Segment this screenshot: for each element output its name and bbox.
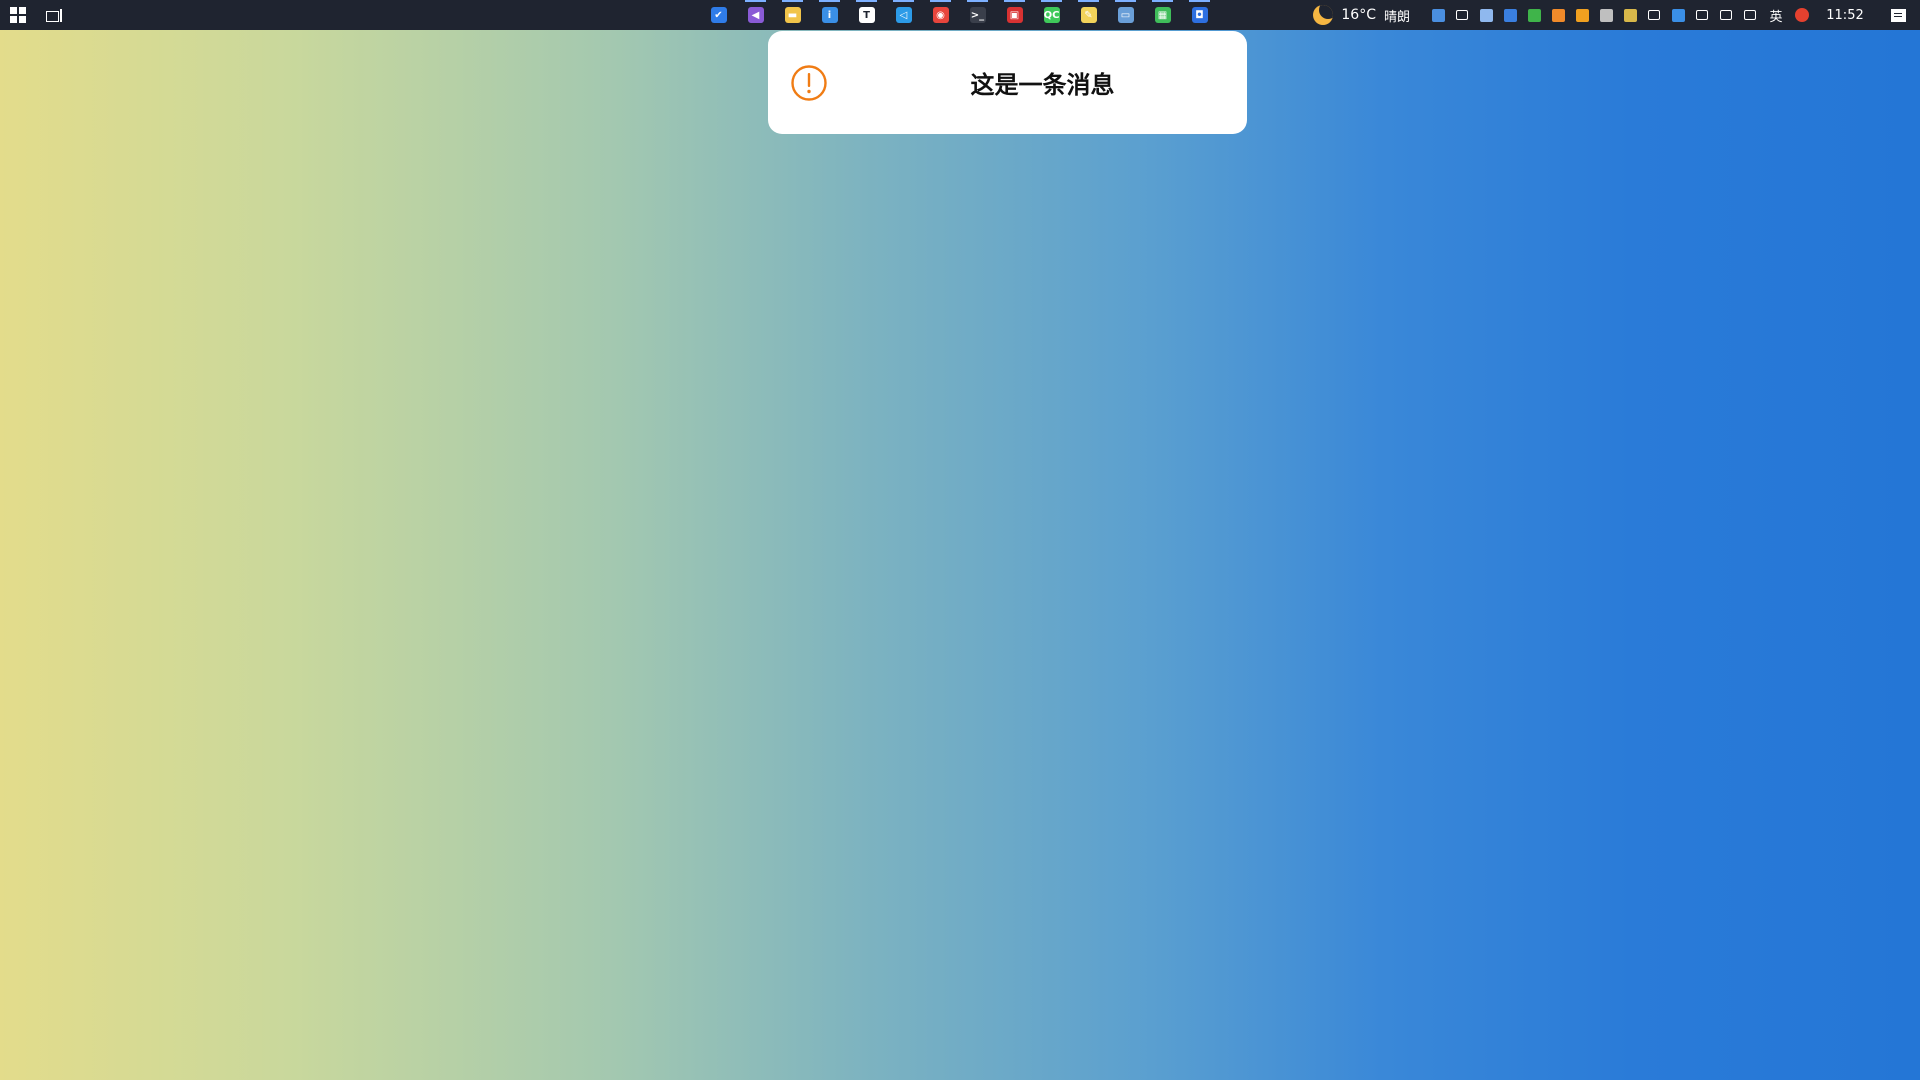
weather-widget[interactable]: 16°C 晴朗 <box>1313 5 1410 25</box>
message-toast: 这是一条消息 <box>768 31 1247 134</box>
taskbar-app-12[interactable]: ▦ <box>1144 0 1181 30</box>
tray-yellow-icon <box>1623 8 1637 22</box>
notification-center-icon <box>1890 8 1906 22</box>
notepad-icon: ✎ <box>1080 7 1097 23</box>
tray-shield-icon <box>1503 8 1517 22</box>
vscode-icon: ◁ <box>895 7 912 23</box>
tray-item-2[interactable] <box>1474 0 1498 30</box>
tray-item-6[interactable] <box>1570 0 1594 30</box>
onedrive-icon <box>1671 8 1685 22</box>
tray-item-3[interactable] <box>1498 0 1522 30</box>
terminal-icon: >_ <box>969 7 986 23</box>
tray-green-icon <box>1527 8 1541 22</box>
tray-item-11[interactable] <box>1690 0 1714 30</box>
start-button[interactable] <box>0 0 36 30</box>
tray-item-8[interactable] <box>1618 0 1642 30</box>
taskbar-app-6[interactable]: ◉ <box>922 0 959 30</box>
tray-grid-icon <box>1720 10 1732 20</box>
tray-app-icon <box>1431 8 1445 22</box>
tray-item-13[interactable] <box>1738 0 1762 30</box>
red-app-icon: ▣ <box>1006 7 1023 23</box>
visual-studio-icon: ◀ <box>747 7 764 23</box>
system-tray <box>1426 0 1762 30</box>
taskbar-app-11[interactable]: ▭ <box>1107 0 1144 30</box>
network-icon <box>1648 10 1660 20</box>
tray-search-icon <box>1575 8 1589 22</box>
taskbar: ✔ ◀ ▬ i T ◁ ◉ >_ ▣ QC ✎ ▭ ▦ ◘ 16°C 晴朗 英 11:52 <box>0 0 1920 30</box>
volume-icon <box>1696 10 1708 20</box>
remote-desktop-icon: ▭ <box>1117 7 1134 23</box>
tray-orange-icon <box>1551 8 1565 22</box>
tray-arrow-icon <box>1456 10 1468 20</box>
taskbar-app-9[interactable]: QC <box>1033 0 1070 30</box>
taskbar-left <box>0 0 72 30</box>
taskbar-app-2[interactable]: ▬ <box>774 0 811 30</box>
moon-icon <box>1313 5 1334 25</box>
taskbar-clock[interactable]: 11:52 <box>1814 8 1876 23</box>
chrome-icon: ◉ <box>932 7 949 23</box>
task-view-button[interactable] <box>36 0 72 30</box>
taskbar-app-8[interactable]: ▣ <box>996 0 1033 30</box>
file-explorer-icon: ▬ <box>784 7 801 23</box>
qt-creator-icon: QC <box>1043 7 1060 23</box>
tray-item-7[interactable] <box>1594 0 1618 30</box>
task-view-icon <box>46 8 62 22</box>
notification-center-button[interactable] <box>1876 0 1920 30</box>
taskbar-app-13[interactable]: ◘ <box>1181 0 1218 30</box>
taskbar-app-3[interactable]: i <box>811 0 848 30</box>
taskbar-pinned-apps: ✔ ◀ ▬ i T ◁ ◉ >_ ▣ QC ✎ ▭ ▦ ◘ <box>700 0 1218 30</box>
sogou-icon <box>1795 8 1809 22</box>
tray-item-9[interactable] <box>1642 0 1666 30</box>
tray-item-12[interactable] <box>1714 0 1738 30</box>
tray-item-10[interactable] <box>1666 0 1690 30</box>
taskbar-app-5[interactable]: ◁ <box>885 0 922 30</box>
tray-item-5[interactable] <box>1546 0 1570 30</box>
weather-temperature: 16°C <box>1341 7 1376 23</box>
taskbar-app-1[interactable]: ◀ <box>737 0 774 30</box>
taskbar-app-4[interactable]: T <box>848 0 885 30</box>
tray-item-4[interactable] <box>1522 0 1546 30</box>
todo-check-icon: ✔ <box>710 7 727 23</box>
typora-icon: T <box>858 7 875 23</box>
info-app-icon: i <box>821 7 838 23</box>
tray-item-0[interactable] <box>1426 0 1450 30</box>
spreadsheet-icon: ▦ <box>1154 7 1171 23</box>
blue-app-icon: ◘ <box>1191 7 1208 23</box>
tray-settings-icon <box>1599 8 1613 22</box>
keyboard-icon <box>1744 10 1756 20</box>
sogou-tray-button[interactable] <box>1790 0 1814 30</box>
taskbar-app-10[interactable]: ✎ <box>1070 0 1107 30</box>
taskbar-tray-area: 16°C 晴朗 英 11:52 <box>1313 0 1920 30</box>
windows-logo-icon <box>10 7 26 23</box>
input-method-indicator[interactable]: 英 <box>1762 6 1790 25</box>
taskbar-app-7[interactable]: >_ <box>959 0 996 30</box>
toast-message: 这是一条消息 <box>970 70 1115 99</box>
taskbar-app-0[interactable]: ✔ <box>700 0 737 30</box>
tray-item-1[interactable] <box>1450 0 1474 30</box>
weather-condition: 晴朗 <box>1383 9 1410 25</box>
tray-drive-icon <box>1479 8 1493 22</box>
